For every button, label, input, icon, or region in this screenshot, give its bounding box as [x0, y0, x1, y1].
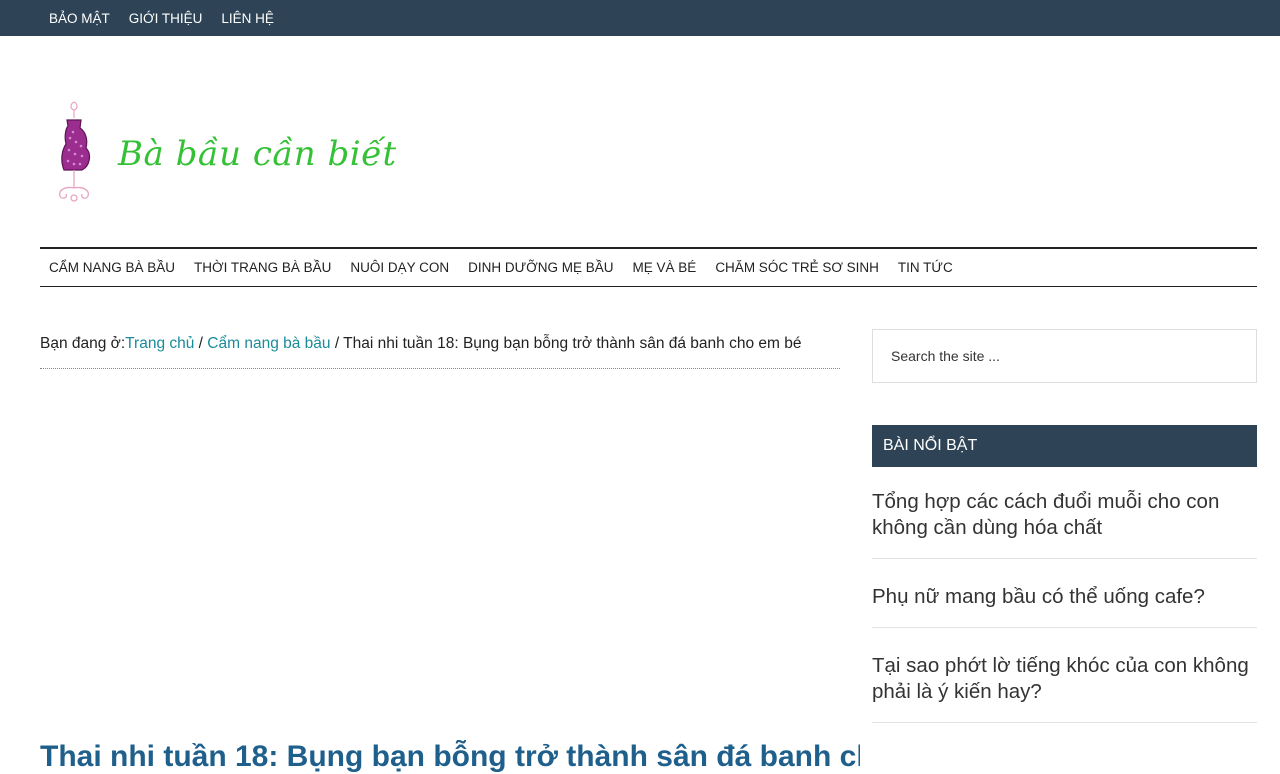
site-title: Bà bầu cần biết [118, 134, 397, 174]
nav-item-cam-nang-ba-bau[interactable]: CẨM NANG BÀ BẦU [40, 260, 185, 275]
breadcrumb-separator: / [330, 335, 344, 352]
featured-post-item: Phụ nữ mang bầu có thể uống cafe? [872, 584, 1257, 628]
featured-post-link[interactable]: Phụ nữ mang bầu có thể uống cafe? [872, 584, 1257, 610]
featured-post-link[interactable]: Tổng hợp các cách đuổi muỗi cho con khôn… [872, 489, 1257, 541]
nav-item-nuoi-day-con[interactable]: NUÔI DẠY CON [341, 260, 459, 275]
nav-item-thoi-trang-ba-bau[interactable]: THỜI TRANG BÀ BẦU [185, 260, 341, 275]
top-menu-item-lien-he[interactable]: LIÊN HỆ [212, 11, 284, 26]
main-nav: CẨM NANG BÀ BẦU THỜI TRANG BÀ BẦU NUÔI D… [40, 247, 1257, 287]
top-bar: BẢO MẬT GIỚI THIỆU LIÊN HỆ [0, 0, 1280, 36]
breadcrumb-category-link[interactable]: Cẩm nang bà bầu [207, 335, 330, 352]
top-menu-item-gioi-thieu[interactable]: GIỚI THIỆU [120, 11, 213, 26]
nav-item-cham-soc-tre-so-sinh[interactable]: CHĂM SÓC TRẺ SƠ SINH [706, 260, 889, 275]
search-input[interactable] [872, 329, 1257, 383]
article-title: Thai nhi tuần 18: Bụng bạn bỗng trở thàn… [40, 740, 860, 773]
featured-post-link[interactable]: Tại sao phớt lờ tiếng khóc của con không… [872, 653, 1257, 705]
breadcrumb-prefix: Bạn đang ở: [40, 335, 126, 352]
nav-item-tin-tuc[interactable]: TIN TỨC [889, 260, 963, 275]
breadcrumb-home-link[interactable]: Trang chủ [125, 335, 194, 352]
top-menu: BẢO MẬT GIỚI THIỆU LIÊN HỆ [40, 0, 284, 36]
top-menu-item-bao-mat[interactable]: BẢO MẬT [40, 11, 120, 26]
breadcrumb: Bạn đang ở:Trang chủ / Cẩm nang bà bầu /… [40, 330, 840, 369]
nav-item-me-va-be[interactable]: MẸ VÀ BÉ [624, 260, 707, 275]
nav-item-dinh-duong-me-bau[interactable]: DINH DƯỠNG MẸ BẦU [459, 260, 623, 275]
featured-posts-list: Tổng hợp các cách đuổi muỗi cho con khôn… [872, 489, 1257, 748]
featured-post-item: Tại sao phớt lờ tiếng khóc của con không… [872, 653, 1257, 723]
featured-post-item: Tổng hợp các cách đuổi muỗi cho con khôn… [872, 489, 1257, 559]
breadcrumb-current: Thai nhi tuần 18: Bụng bạn bỗng trở thàn… [343, 335, 802, 352]
maternity-dress-mannequin-icon [59, 101, 91, 202]
breadcrumb-separator: / [194, 335, 208, 352]
site-logo[interactable]: Bà bầu cần biết [50, 98, 396, 208]
featured-widget-title: BÀI NỔI BẬT [872, 425, 1257, 467]
